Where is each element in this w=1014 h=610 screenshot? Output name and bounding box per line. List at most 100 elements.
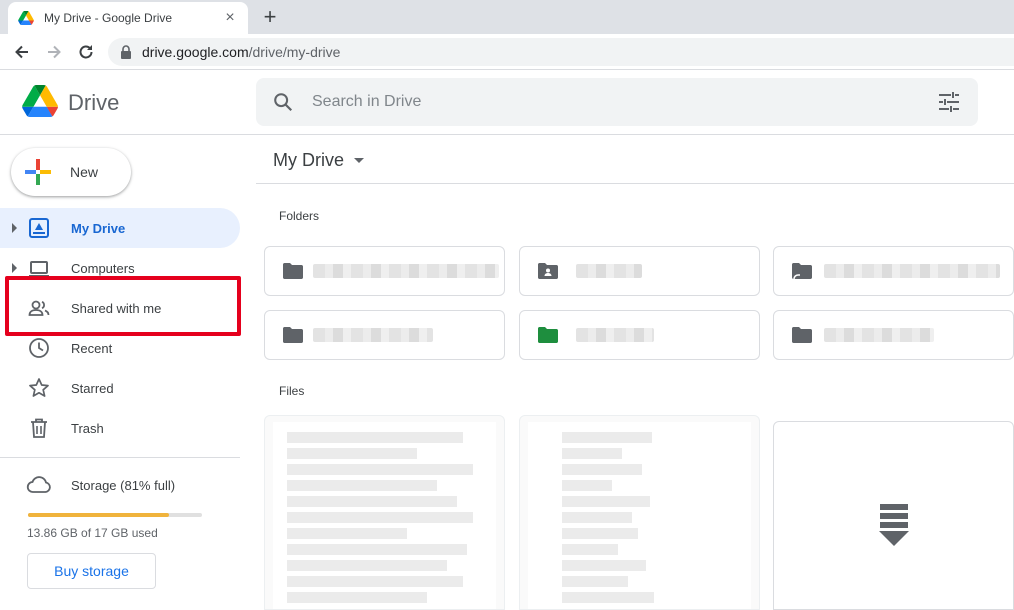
product-name[interactable]: Drive: [68, 90, 119, 116]
browser-tab-bar: My Drive - Google Drive × +: [0, 0, 1014, 34]
redacted-name: [824, 328, 934, 342]
folder-icon: [283, 327, 303, 343]
preview-line: [562, 576, 628, 587]
preview-line: [287, 432, 463, 443]
folder-item[interactable]: [773, 246, 1014, 296]
folder-item[interactable]: [773, 310, 1014, 360]
preview-line: [562, 560, 646, 571]
preview-line: [562, 480, 612, 491]
highlight-box: [5, 276, 241, 336]
new-button[interactable]: New: [11, 148, 131, 196]
storage-used-text: 13.86 GB of 17 GB used: [27, 526, 158, 540]
sidebar-item-starred[interactable]: Starred: [0, 368, 240, 408]
preview-line: [562, 544, 618, 555]
buy-storage-button[interactable]: Buy storage: [27, 553, 156, 589]
breadcrumb[interactable]: My Drive: [273, 150, 364, 171]
address-bar[interactable]: drive.google.com/drive/my-drive: [108, 38, 1014, 66]
storage-label[interactable]: Storage (81% full): [71, 478, 175, 493]
drive-logo-icon[interactable]: [22, 85, 58, 117]
expand-arrow-icon[interactable]: [12, 223, 17, 233]
file-preview: [273, 422, 496, 609]
sidebar-item-trash[interactable]: Trash: [0, 408, 240, 448]
tab-close-icon[interactable]: ×: [222, 10, 238, 26]
url-text: drive.google.com/drive/my-drive: [142, 44, 340, 60]
browser-tab[interactable]: My Drive - Google Drive ×: [8, 2, 248, 34]
drive-header: Drive: [0, 71, 1014, 135]
preview-line: [562, 512, 632, 523]
redacted-name: [313, 328, 433, 342]
forward-arrow-icon[interactable]: [44, 42, 64, 62]
tab-title: My Drive - Google Drive: [44, 11, 173, 25]
folder-item[interactable]: [519, 246, 760, 296]
url-domain: drive.google.com: [142, 44, 249, 60]
preview-line: [287, 480, 437, 491]
cloud-icon: [26, 476, 51, 493]
sidebar-item-label: Computers: [71, 261, 135, 276]
search-input[interactable]: [312, 90, 872, 114]
breadcrumb-label: My Drive: [273, 150, 344, 170]
preview-line: [287, 464, 473, 475]
dropdown-caret-icon: [354, 158, 364, 163]
drive-favicon-icon: [18, 11, 34, 25]
search-options-icon[interactable]: [938, 92, 960, 112]
file-card[interactable]: [773, 421, 1014, 610]
preview-line: [287, 512, 473, 523]
my-drive-icon: [29, 218, 49, 238]
preview-line: [287, 592, 427, 603]
file-card[interactable]: [264, 415, 505, 610]
reload-icon[interactable]: [76, 42, 96, 62]
storage-progress-bar: [28, 513, 202, 517]
url-path: /drive/my-drive: [248, 44, 341, 60]
files-section-title: Files: [279, 384, 305, 398]
redacted-name: [313, 264, 499, 278]
redacted-name: [576, 264, 642, 278]
star-icon: [29, 378, 49, 397]
preview-line: [562, 448, 622, 459]
file-preview: [528, 422, 751, 609]
back-arrow-icon[interactable]: [12, 42, 32, 62]
folders-section-title: Folders: [279, 209, 320, 223]
preview-line: [287, 560, 447, 571]
preview-line: [562, 464, 642, 475]
preview-line: [562, 496, 650, 507]
folder-icon: [792, 327, 812, 343]
preview-line: [562, 528, 638, 539]
sidebar-item-label: Trash: [71, 421, 104, 436]
storage-section: Storage (81% full) 13.86 GB of 17 GB use…: [0, 470, 240, 610]
folder-icon: [283, 263, 303, 279]
new-button-label: New: [70, 164, 99, 180]
new-tab-button[interactable]: +: [258, 5, 282, 29]
plus-icon: [25, 159, 51, 185]
sidebar-item-label: Recent: [71, 341, 113, 356]
main-divider: [256, 183, 1014, 184]
search-icon[interactable]: [272, 91, 294, 113]
expand-arrow-icon[interactable]: [12, 263, 17, 273]
sidebar-item-label: Starred: [71, 381, 114, 396]
trash-icon: [31, 418, 47, 438]
shared-folder-icon: [538, 263, 558, 279]
folder-item[interactable]: [519, 310, 760, 360]
browser-toolbar: drive.google.com/drive/my-drive: [0, 34, 1014, 70]
preview-line: [562, 592, 654, 603]
search-bar[interactable]: [256, 78, 978, 126]
clock-icon: [29, 338, 49, 358]
folder-item[interactable]: [264, 246, 505, 296]
preview-line: [287, 448, 417, 459]
preview-line: [562, 432, 652, 443]
preview-line: [287, 576, 463, 587]
redacted-name: [576, 328, 654, 342]
folder-item[interactable]: [264, 310, 505, 360]
download-file-icon: [879, 504, 909, 546]
file-card[interactable]: [519, 415, 760, 610]
sidebar-divider: [0, 457, 240, 458]
preview-line: [287, 544, 467, 555]
storage-progress-fill: [28, 513, 169, 517]
sidebar-item-my-drive[interactable]: My Drive: [0, 208, 240, 248]
green-folder-icon: [538, 327, 558, 343]
lock-icon[interactable]: [120, 45, 132, 59]
redacted-name: [824, 264, 1000, 278]
preview-line: [287, 528, 407, 539]
preview-line: [287, 496, 457, 507]
shortcut-folder-icon: [792, 263, 812, 279]
sidebar-item-label: My Drive: [71, 221, 126, 236]
